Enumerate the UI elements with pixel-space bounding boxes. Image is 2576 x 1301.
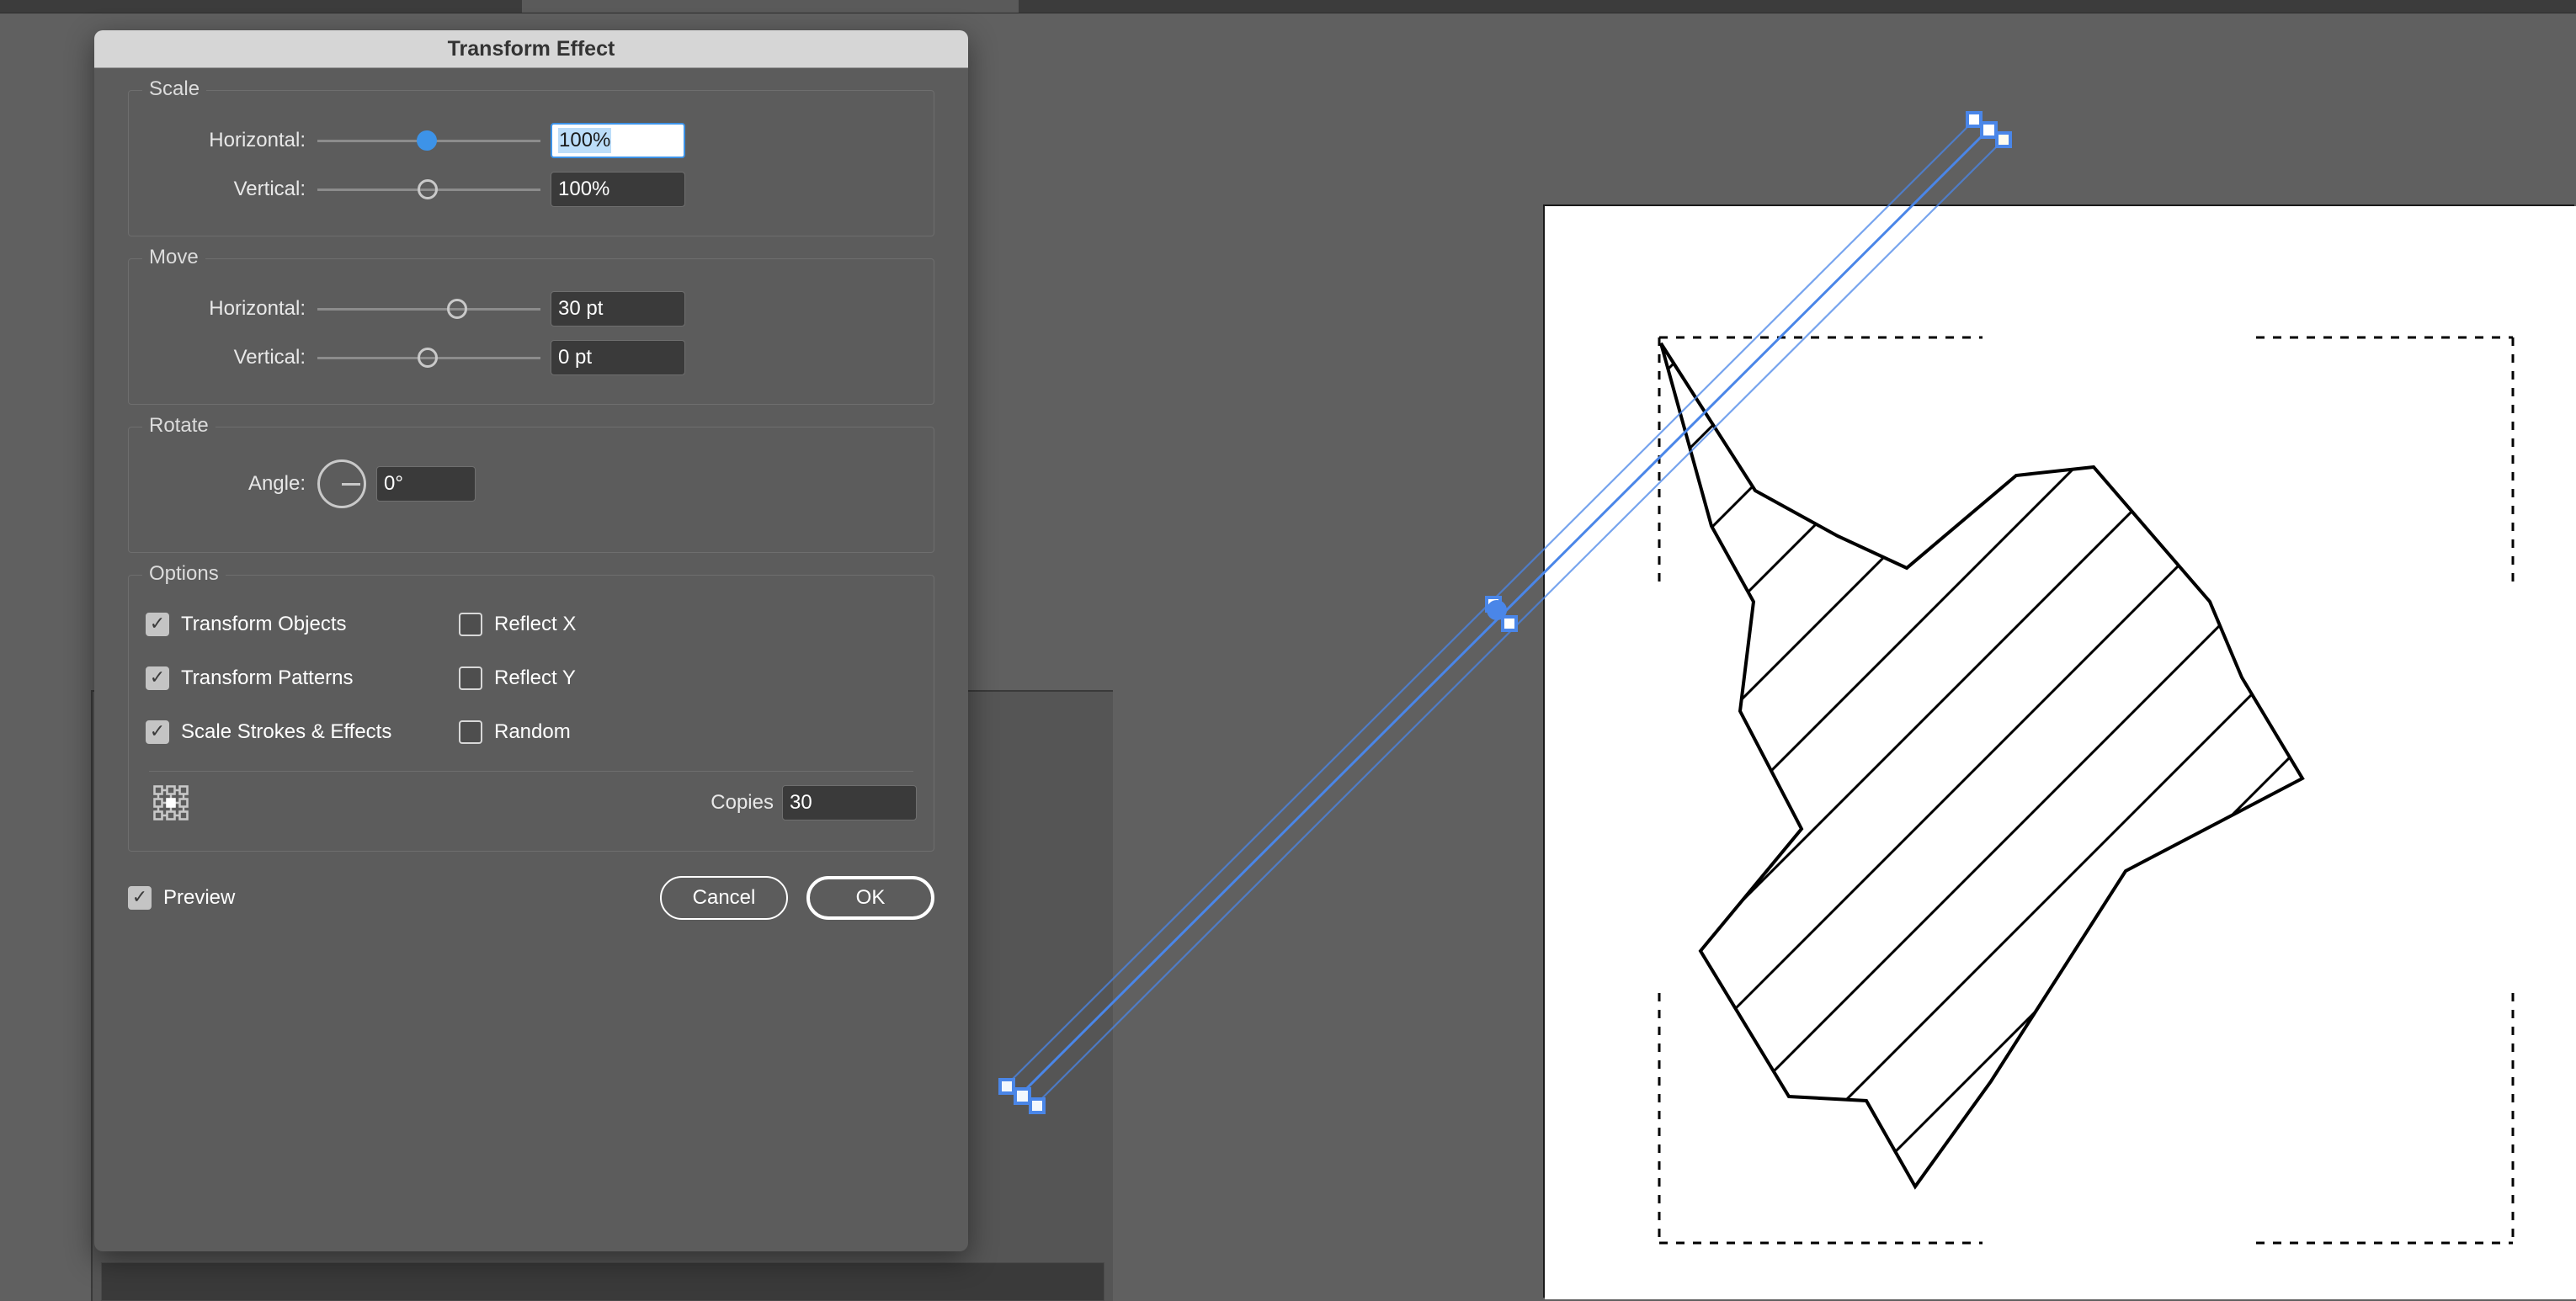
transform-patterns-label: Transform Patterns (181, 666, 354, 689)
checkbox-box[interactable] (459, 720, 482, 744)
scale-vertical-label: Vertical: (233, 178, 306, 200)
slider-track (317, 308, 540, 311)
check-icon: ✓ (149, 613, 166, 634)
move-vertical-slider[interactable] (317, 345, 540, 370)
move-legend: Move (142, 246, 205, 269)
preview-checkbox[interactable]: ✓ Preview (128, 886, 235, 910)
rotate-angle-label: Angle: (247, 472, 306, 495)
dialog-titlebar[interactable]: Transform Effect (94, 30, 968, 68)
toolbar-active-segment[interactable] (522, 0, 1019, 13)
dialog-body: Scale Horizontal: 100% Vertical: 100% Mo… (94, 77, 968, 852)
preview-label: Preview (163, 886, 236, 909)
checkbox-box[interactable] (459, 613, 482, 636)
scale-vertical-row: Vertical: 100% (149, 165, 913, 214)
options-legend: Options (142, 562, 226, 586)
checkbox-box[interactable] (459, 666, 482, 690)
options-row-1: ✓ Transform Objects Reflect X (146, 597, 917, 651)
hatched-polygon (1659, 342, 2305, 1190)
dialog-footer: ✓ Preview Cancel OK (94, 852, 968, 944)
random-label: Random (494, 720, 571, 743)
move-vertical-row: Vertical: 0 pt (149, 333, 913, 382)
rotate-angle-input[interactable]: 0° (376, 466, 476, 502)
checkbox-box[interactable]: ✓ (128, 886, 152, 910)
scale-group: Scale Horizontal: 100% Vertical: 100% (128, 77, 934, 236)
options-group: Options ✓ Transform Objects Reflect X ✓ … (128, 562, 934, 852)
check-icon: ✓ (131, 886, 148, 907)
cancel-button[interactable]: Cancel (660, 876, 788, 920)
app-root: Transform Effect Scale Horizontal: 100% (0, 0, 2576, 1301)
toolbar-strip (0, 0, 2576, 13)
scale-strokes-checkbox[interactable]: ✓ Scale Strokes & Effects (146, 720, 459, 744)
ok-button[interactable]: OK (806, 876, 934, 920)
scale-horizontal-value: 100% (558, 128, 612, 153)
scale-legend: Scale (142, 77, 207, 101)
move-horizontal-input[interactable]: 30 pt (551, 291, 685, 327)
rotate-legend: Rotate (142, 414, 216, 438)
anchor-point-icon[interactable] (152, 784, 189, 821)
dialog-title: Transform Effect (447, 36, 615, 61)
angle-dial[interactable] (317, 459, 366, 508)
reflect-x-label: Reflect X (494, 613, 577, 635)
slider-thumb[interactable] (417, 130, 437, 151)
checkbox-box[interactable]: ✓ (146, 720, 169, 744)
check-icon: ✓ (149, 720, 166, 741)
anchor-center-selected[interactable] (166, 798, 176, 808)
scale-vertical-slider[interactable] (317, 177, 540, 202)
reflect-y-label: Reflect Y (494, 666, 576, 689)
checkbox-box[interactable]: ✓ (146, 666, 169, 690)
scale-horizontal-slider[interactable] (317, 128, 540, 153)
transform-objects-checkbox[interactable]: ✓ Transform Objects (146, 613, 459, 636)
ok-button-label: OK (855, 886, 886, 909)
check-icon: ✓ (149, 666, 166, 688)
scale-vertical-input[interactable]: 100% (551, 172, 685, 207)
angle-dial-handle[interactable] (342, 483, 360, 486)
copies-value: 30 (790, 791, 812, 814)
move-vertical-input[interactable]: 0 pt (551, 340, 685, 375)
slider-thumb[interactable] (447, 299, 467, 319)
rotate-angle-value: 0° (384, 472, 403, 495)
transform-effect-dialog: Transform Effect Scale Horizontal: 100% (94, 30, 968, 1251)
checkbox-box[interactable]: ✓ (146, 613, 169, 636)
move-group: Move Horizontal: 30 pt Vertical: 0 pt (128, 246, 934, 405)
copies-row: Copies 30 (146, 772, 917, 834)
options-row-3: ✓ Scale Strokes & Effects Random (146, 705, 917, 759)
rotate-group: Rotate Angle: 0° (128, 414, 934, 553)
move-horizontal-slider[interactable] (317, 296, 540, 321)
transform-patterns-checkbox[interactable]: ✓ Transform Patterns (146, 666, 459, 690)
artwork-canvas (1658, 336, 2515, 1245)
transform-objects-label: Transform Objects (181, 613, 347, 635)
slider-thumb[interactable] (418, 348, 438, 368)
slider-thumb[interactable] (418, 179, 438, 199)
move-vertical-value: 0 pt (558, 346, 593, 369)
background-panel-field (101, 1262, 1104, 1301)
copies-input[interactable]: 30 (782, 785, 917, 820)
scale-vertical-value: 100% (558, 178, 610, 200)
move-vertical-label: Vertical: (233, 346, 306, 369)
scale-horizontal-row: Horizontal: 100% (149, 116, 913, 165)
copies-label: Copies (711, 791, 774, 814)
move-horizontal-label: Horizontal: (209, 297, 306, 320)
random-checkbox[interactable]: Random (459, 720, 571, 744)
scale-strokes-label: Scale Strokes & Effects (181, 720, 392, 743)
cancel-button-label: Cancel (692, 886, 756, 909)
rotate-angle-row: Angle: 0° (149, 453, 913, 515)
reflect-x-checkbox[interactable]: Reflect X (459, 613, 576, 636)
scale-horizontal-label: Horizontal: (209, 129, 306, 151)
scale-horizontal-input[interactable]: 100% (551, 123, 685, 158)
move-horizontal-row: Horizontal: 30 pt (149, 284, 913, 333)
move-horizontal-value: 30 pt (558, 297, 604, 320)
artboard[interactable] (1545, 206, 2576, 1299)
options-row-2: ✓ Transform Patterns Reflect Y (146, 651, 917, 705)
reflect-y-checkbox[interactable]: Reflect Y (459, 666, 576, 690)
